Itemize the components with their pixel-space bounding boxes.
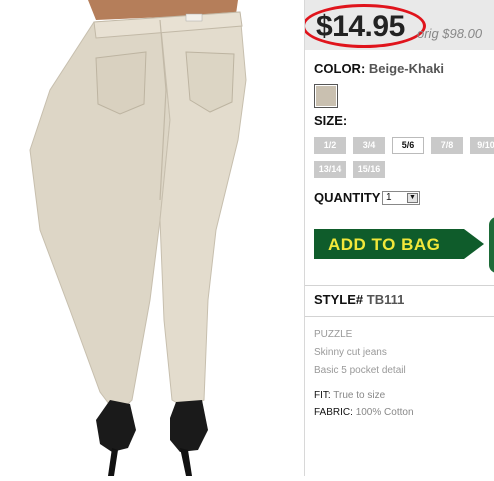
jeans-illustration	[29, 0, 247, 476]
fabric-spec: FABRIC: 100% Cotton	[314, 407, 414, 418]
add-to-bag-button[interactable]: ADD TO BAG	[314, 229, 484, 259]
color-value: Beige-Khaki	[368, 61, 445, 76]
color-row: COLOR: Beige-Khaki	[314, 61, 444, 76]
size-option-5-6[interactable]: 5/6	[392, 137, 424, 154]
style-row: STYLE# TB111	[314, 292, 404, 307]
size-label: SIZE:	[314, 113, 348, 128]
brand-tag	[185, 13, 203, 22]
color-swatch-fill	[316, 86, 336, 106]
size-option-1-2[interactable]: 1/2	[314, 137, 346, 154]
fit-label: FIT:	[314, 390, 331, 401]
size-option-7-8[interactable]: 7/8	[431, 137, 463, 154]
quantity-value: 1	[386, 192, 392, 203]
quantity-select[interactable]: 1 ▼	[382, 191, 420, 205]
size-option-15-16[interactable]: 15/16	[353, 161, 385, 178]
divider-bottom	[305, 316, 494, 317]
description-line-1: Skinny cut jeans	[314, 347, 387, 358]
price-bar: $14.95 orig $98.00	[305, 0, 494, 50]
color-label: COLOR:	[314, 61, 366, 76]
original-price: orig $98.00	[417, 26, 483, 41]
left-shoe	[96, 400, 136, 452]
description-line-2: Basic 5 pocket detail	[314, 365, 406, 376]
right-shoe	[170, 400, 208, 452]
left-heel	[108, 448, 118, 476]
back-pocket-left	[95, 51, 147, 115]
style-number: TB111	[366, 292, 405, 307]
fabric-value: 100% Cotton	[355, 407, 414, 418]
fabric-label: FABRIC:	[314, 407, 353, 418]
side-thumbnail[interactable]	[489, 217, 494, 273]
size-option-3-4[interactable]: 3/4	[353, 137, 385, 154]
divider-top	[305, 285, 494, 286]
product-details-panel: $14.95 orig $98.00 COLOR: Beige-Khaki SI…	[305, 0, 494, 476]
right-heel	[180, 448, 192, 476]
add-to-bag-label: ADD TO BAG	[328, 235, 441, 254]
current-price: $14.95	[316, 10, 405, 43]
product-photo	[0, 0, 305, 476]
style-label: STYLE#	[314, 292, 364, 307]
color-swatch[interactable]	[314, 84, 338, 108]
size-option-9-10[interactable]: 9/10	[470, 137, 494, 154]
chevron-down-icon[interactable]: ▼	[407, 193, 418, 203]
size-option-13-14[interactable]: 13/14	[314, 161, 346, 178]
fit-spec: FIT: True to size	[314, 390, 385, 401]
fit-value: True to size	[333, 390, 386, 401]
quantity-label: QUANTITY	[314, 190, 381, 205]
brand-name: PUZZLE	[314, 329, 353, 340]
